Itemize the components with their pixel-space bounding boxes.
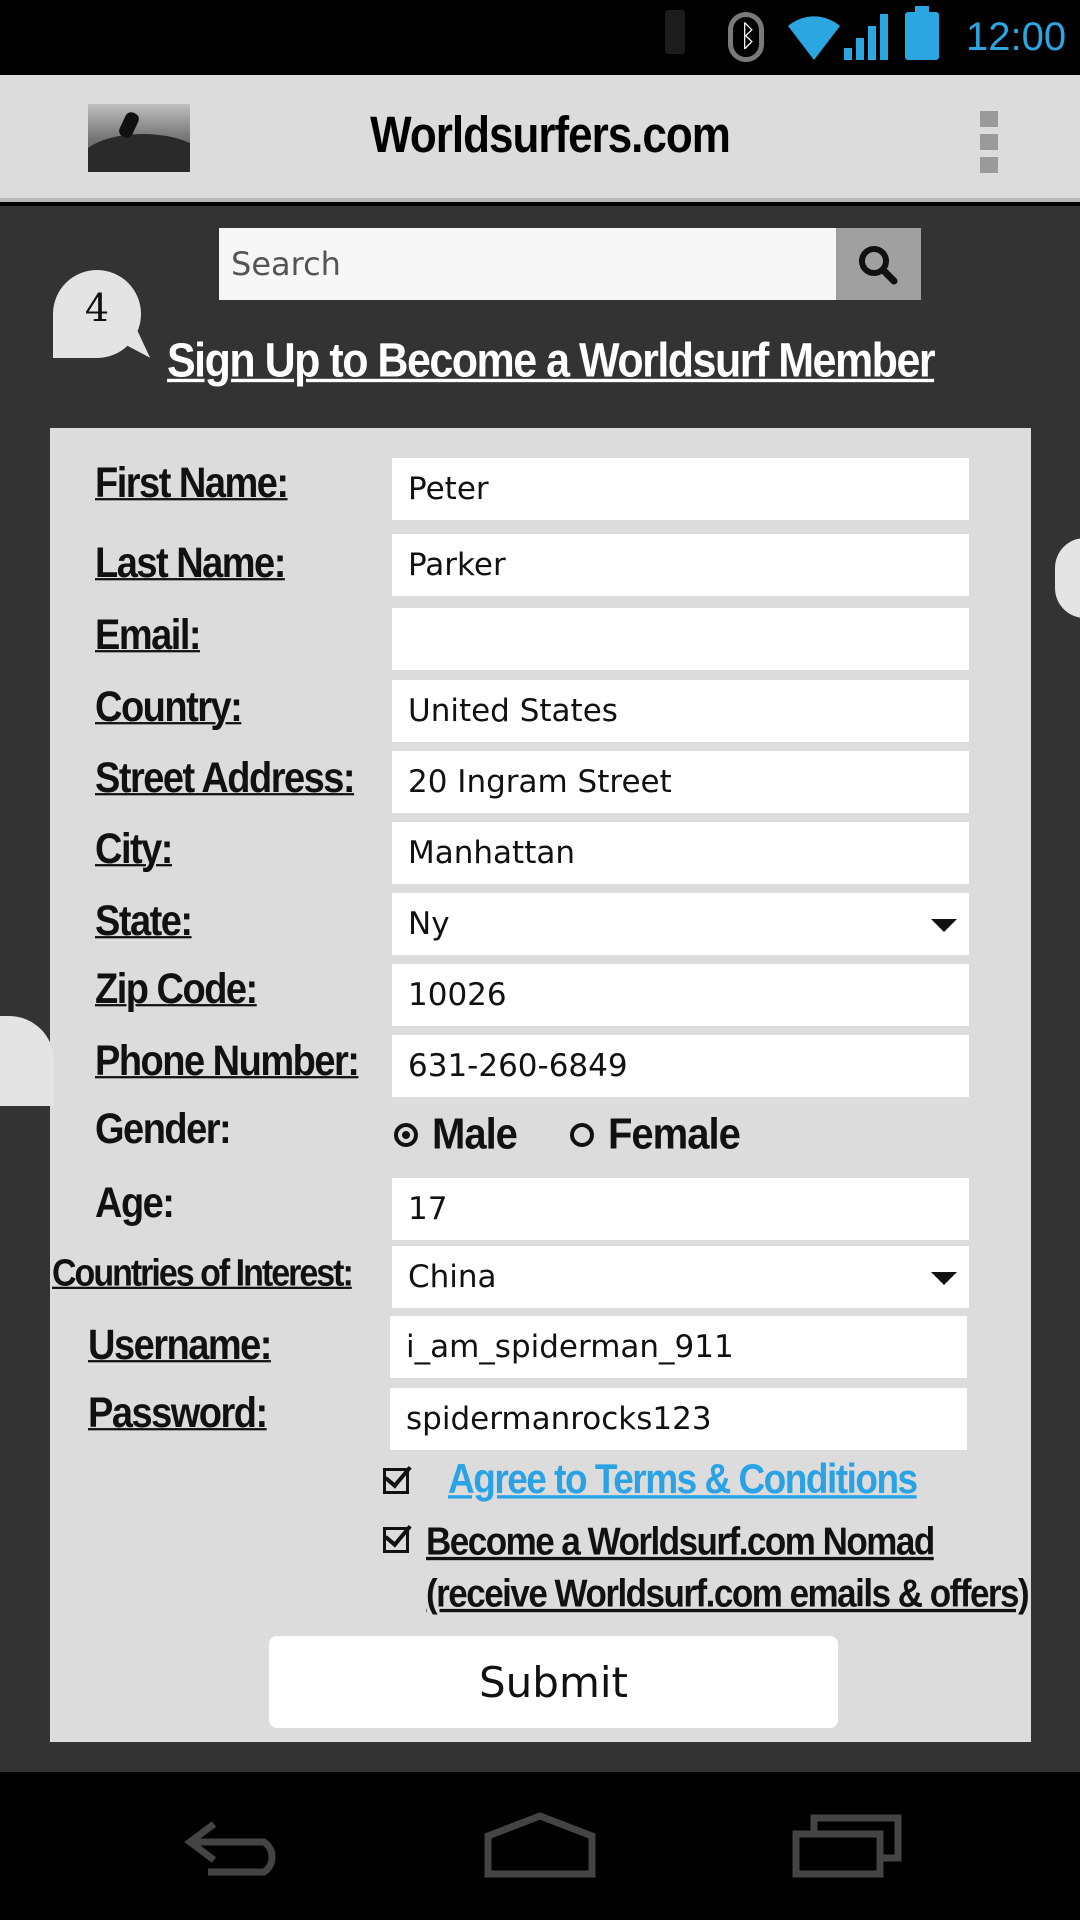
countries-of-interest-select[interactable]: China — [392, 1246, 969, 1308]
gender-label: Gender: — [95, 1106, 232, 1154]
search-bar — [219, 228, 921, 300]
radio-unselected-icon — [570, 1122, 594, 1147]
dropdown-arrow-icon — [931, 1272, 957, 1285]
first-name-field[interactable] — [392, 458, 969, 520]
email-label: Email: — [95, 612, 202, 660]
radio-selected-icon — [394, 1122, 418, 1147]
gender-radio-group: Male Female — [394, 1109, 794, 1162]
wifi-icon — [788, 16, 840, 60]
age-label: Age: — [95, 1180, 175, 1228]
submit-button[interactable]: Submit — [269, 1636, 838, 1728]
nomad-label-line1: Become a Worldsurf.com Nomad — [426, 1520, 935, 1564]
home-icon[interactable] — [484, 1812, 596, 1878]
page-title: Sign Up to Become a Worldsurf Member — [167, 334, 936, 388]
countries-of-interest-value: China — [408, 1259, 497, 1295]
status-bar: ᛒ 12:00 — [0, 0, 1080, 75]
email-field[interactable] — [392, 608, 969, 670]
age-field[interactable] — [392, 1178, 969, 1240]
phone-number-field[interactable] — [392, 1035, 969, 1097]
username-label: Username: — [88, 1322, 272, 1370]
first-name-label: First Name: — [95, 460, 289, 508]
nomad-label-line2: (receive Worldsurf.com emails & offers) — [426, 1572, 1030, 1616]
state-label: State: — [95, 898, 193, 946]
state-value: Ny — [408, 906, 450, 942]
content-area: 4 Sign Up to Become a Worldsurf Member F… — [0, 206, 1080, 1772]
annotation-callout: 4 — [53, 270, 141, 358]
clock: 12:00 — [966, 15, 1067, 59]
nomad-checkbox[interactable] — [383, 1527, 409, 1553]
terms-checkbox[interactable] — [383, 1468, 409, 1494]
search-button[interactable] — [836, 228, 921, 300]
terms-link[interactable]: Agree to Terms & Conditions — [448, 1456, 918, 1503]
bluetooth-icon: ᛒ — [728, 12, 764, 62]
search-input[interactable] — [219, 228, 836, 300]
app-title: Worldsurfers.com — [370, 107, 731, 164]
gender-male-label: Male — [432, 1109, 518, 1159]
search-icon — [859, 246, 898, 285]
state-select[interactable]: Ny — [392, 893, 969, 955]
street-address-field[interactable] — [392, 751, 969, 813]
zip-code-label: Zip Code: — [95, 966, 258, 1014]
overflow-menu-icon[interactable] — [980, 111, 1000, 173]
country-field[interactable] — [392, 680, 969, 742]
street-address-label: Street Address: — [95, 755, 356, 803]
last-name-field[interactable] — [392, 534, 969, 596]
app-bar: Worldsurfers.com — [0, 75, 1080, 202]
password-field[interactable] — [390, 1388, 967, 1450]
back-icon[interactable] — [184, 1816, 290, 1876]
countries-of-interest-label: Countries of Interest: — [52, 1252, 354, 1295]
password-label: Password: — [88, 1390, 268, 1438]
city-field[interactable] — [392, 822, 969, 884]
signup-form: First Name: Last Name: Email: Country: S… — [50, 428, 1031, 1742]
annotation-callout: 5 — [0, 1016, 54, 1106]
recents-icon[interactable] — [792, 1812, 902, 1878]
zip-code-field[interactable] — [392, 964, 969, 1026]
last-name-label: Last Name: — [95, 540, 286, 588]
signal-icon — [844, 14, 888, 60]
gender-option-female[interactable]: Female — [570, 1109, 741, 1159]
gender-female-label: Female — [608, 1109, 741, 1159]
country-label: Country: — [95, 684, 243, 732]
phone-number-label: Phone Number: — [95, 1038, 360, 1086]
username-field[interactable] — [390, 1316, 967, 1378]
battery-icon — [905, 6, 939, 60]
gender-option-male[interactable]: Male — [394, 1109, 518, 1159]
city-label: City: — [95, 826, 173, 874]
dropdown-arrow-icon — [931, 919, 957, 932]
navigation-bar — [0, 1772, 1080, 1920]
annotation-callout-edge — [1055, 538, 1080, 618]
notification-placeholder — [665, 10, 685, 54]
surfer-logo[interactable] — [88, 104, 190, 172]
